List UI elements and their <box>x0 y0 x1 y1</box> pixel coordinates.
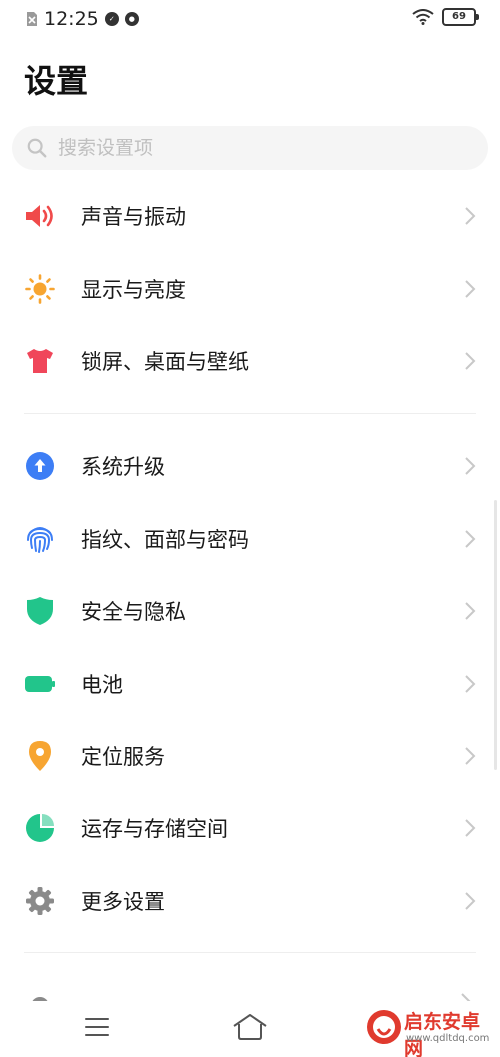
settings-item-storage[interactable]: 运存与存储空间 <box>0 796 500 860</box>
group-divider <box>24 413 476 414</box>
settings-screen: 12:25 ✓ ● 69 设置 搜索设置项 声音与振动 显示与亮度 锁屏、桌面与… <box>0 0 500 1057</box>
watermark-url: www.qdltdq.com <box>406 1033 490 1044</box>
upgrade-arrow-icon <box>24 450 56 482</box>
chevron-right-icon <box>465 352 476 370</box>
chevron-right-icon <box>465 892 476 910</box>
sun-icon <box>24 273 56 305</box>
status-time: 12:25 <box>44 8 99 30</box>
fingerprint-icon <box>24 523 56 555</box>
wifi-icon <box>412 9 434 25</box>
search-input[interactable] <box>56 136 460 160</box>
settings-item-fingerprint[interactable]: 指纹、面部与密码 <box>0 507 500 571</box>
settings-item-security[interactable]: 安全与隐私 <box>0 579 500 643</box>
sim-off-icon <box>27 12 37 26</box>
chevron-right-icon <box>465 602 476 620</box>
tshirt-icon <box>24 345 56 377</box>
chevron-right-icon <box>465 530 476 548</box>
settings-item-display[interactable]: 显示与亮度 <box>0 257 500 321</box>
chevron-right-icon <box>465 747 476 765</box>
group-divider <box>24 952 476 953</box>
search-icon <box>27 138 47 158</box>
settings-item-label: 显示与亮度 <box>81 278 186 302</box>
settings-item-label: 电池 <box>81 673 123 697</box>
page-title: 设置 <box>24 62 89 100</box>
scrollbar[interactable] <box>494 500 497 770</box>
settings-item-label: 更多设置 <box>81 890 165 914</box>
search-box[interactable] <box>12 126 488 170</box>
battery-icon <box>24 668 56 700</box>
gear-icon <box>24 885 56 917</box>
settings-item-label: 安全与隐私 <box>81 600 186 624</box>
pie-chart-icon <box>24 812 56 844</box>
status-left: 12:25 ✓ ● <box>26 8 139 30</box>
shield-icon <box>24 595 56 627</box>
home-icon[interactable] <box>232 1013 268 1041</box>
settings-item-label: 运存与存储空间 <box>81 817 228 841</box>
menu-icon[interactable] <box>84 1015 110 1039</box>
settings-item-label: 系统升级 <box>81 455 165 479</box>
chevron-right-icon <box>465 207 476 225</box>
settings-item-lockscreen[interactable]: 锁屏、桌面与壁纸 <box>0 329 500 393</box>
battery-icon: 69 <box>442 8 479 26</box>
location-pin-icon <box>24 740 56 772</box>
watermark-name: 启东安卓网 <box>404 1011 481 1057</box>
settings-item-battery[interactable]: 电池 <box>0 652 500 716</box>
notification-icon-2: ● <box>124 12 139 26</box>
settings-item-label: 声音与振动 <box>81 205 186 229</box>
settings-item-more[interactable]: 更多设置 <box>0 869 500 933</box>
chevron-right-icon <box>465 819 476 837</box>
watermark-logo-icon <box>367 1010 401 1044</box>
settings-item-system-upgrade[interactable]: 系统升级 <box>0 434 500 498</box>
chevron-right-icon <box>465 675 476 693</box>
chevron-right-icon <box>465 457 476 475</box>
status-bar: 12:25 ✓ ● 69 <box>0 0 500 40</box>
speaker-icon <box>24 200 56 232</box>
settings-item-label: 锁屏、桌面与壁纸 <box>81 350 249 374</box>
watermark: 启东安卓网 www.qdltdq.com <box>364 1003 492 1057</box>
settings-item-label: 定位服务 <box>81 745 165 769</box>
settings-item-sound[interactable]: 声音与振动 <box>0 184 500 248</box>
status-right: 69 <box>412 8 479 26</box>
notification-icon: ✓ <box>104 12 119 26</box>
chevron-right-icon <box>465 280 476 298</box>
settings-item-label: 指纹、面部与密码 <box>81 528 249 552</box>
settings-item-location[interactable]: 定位服务 <box>0 724 500 788</box>
